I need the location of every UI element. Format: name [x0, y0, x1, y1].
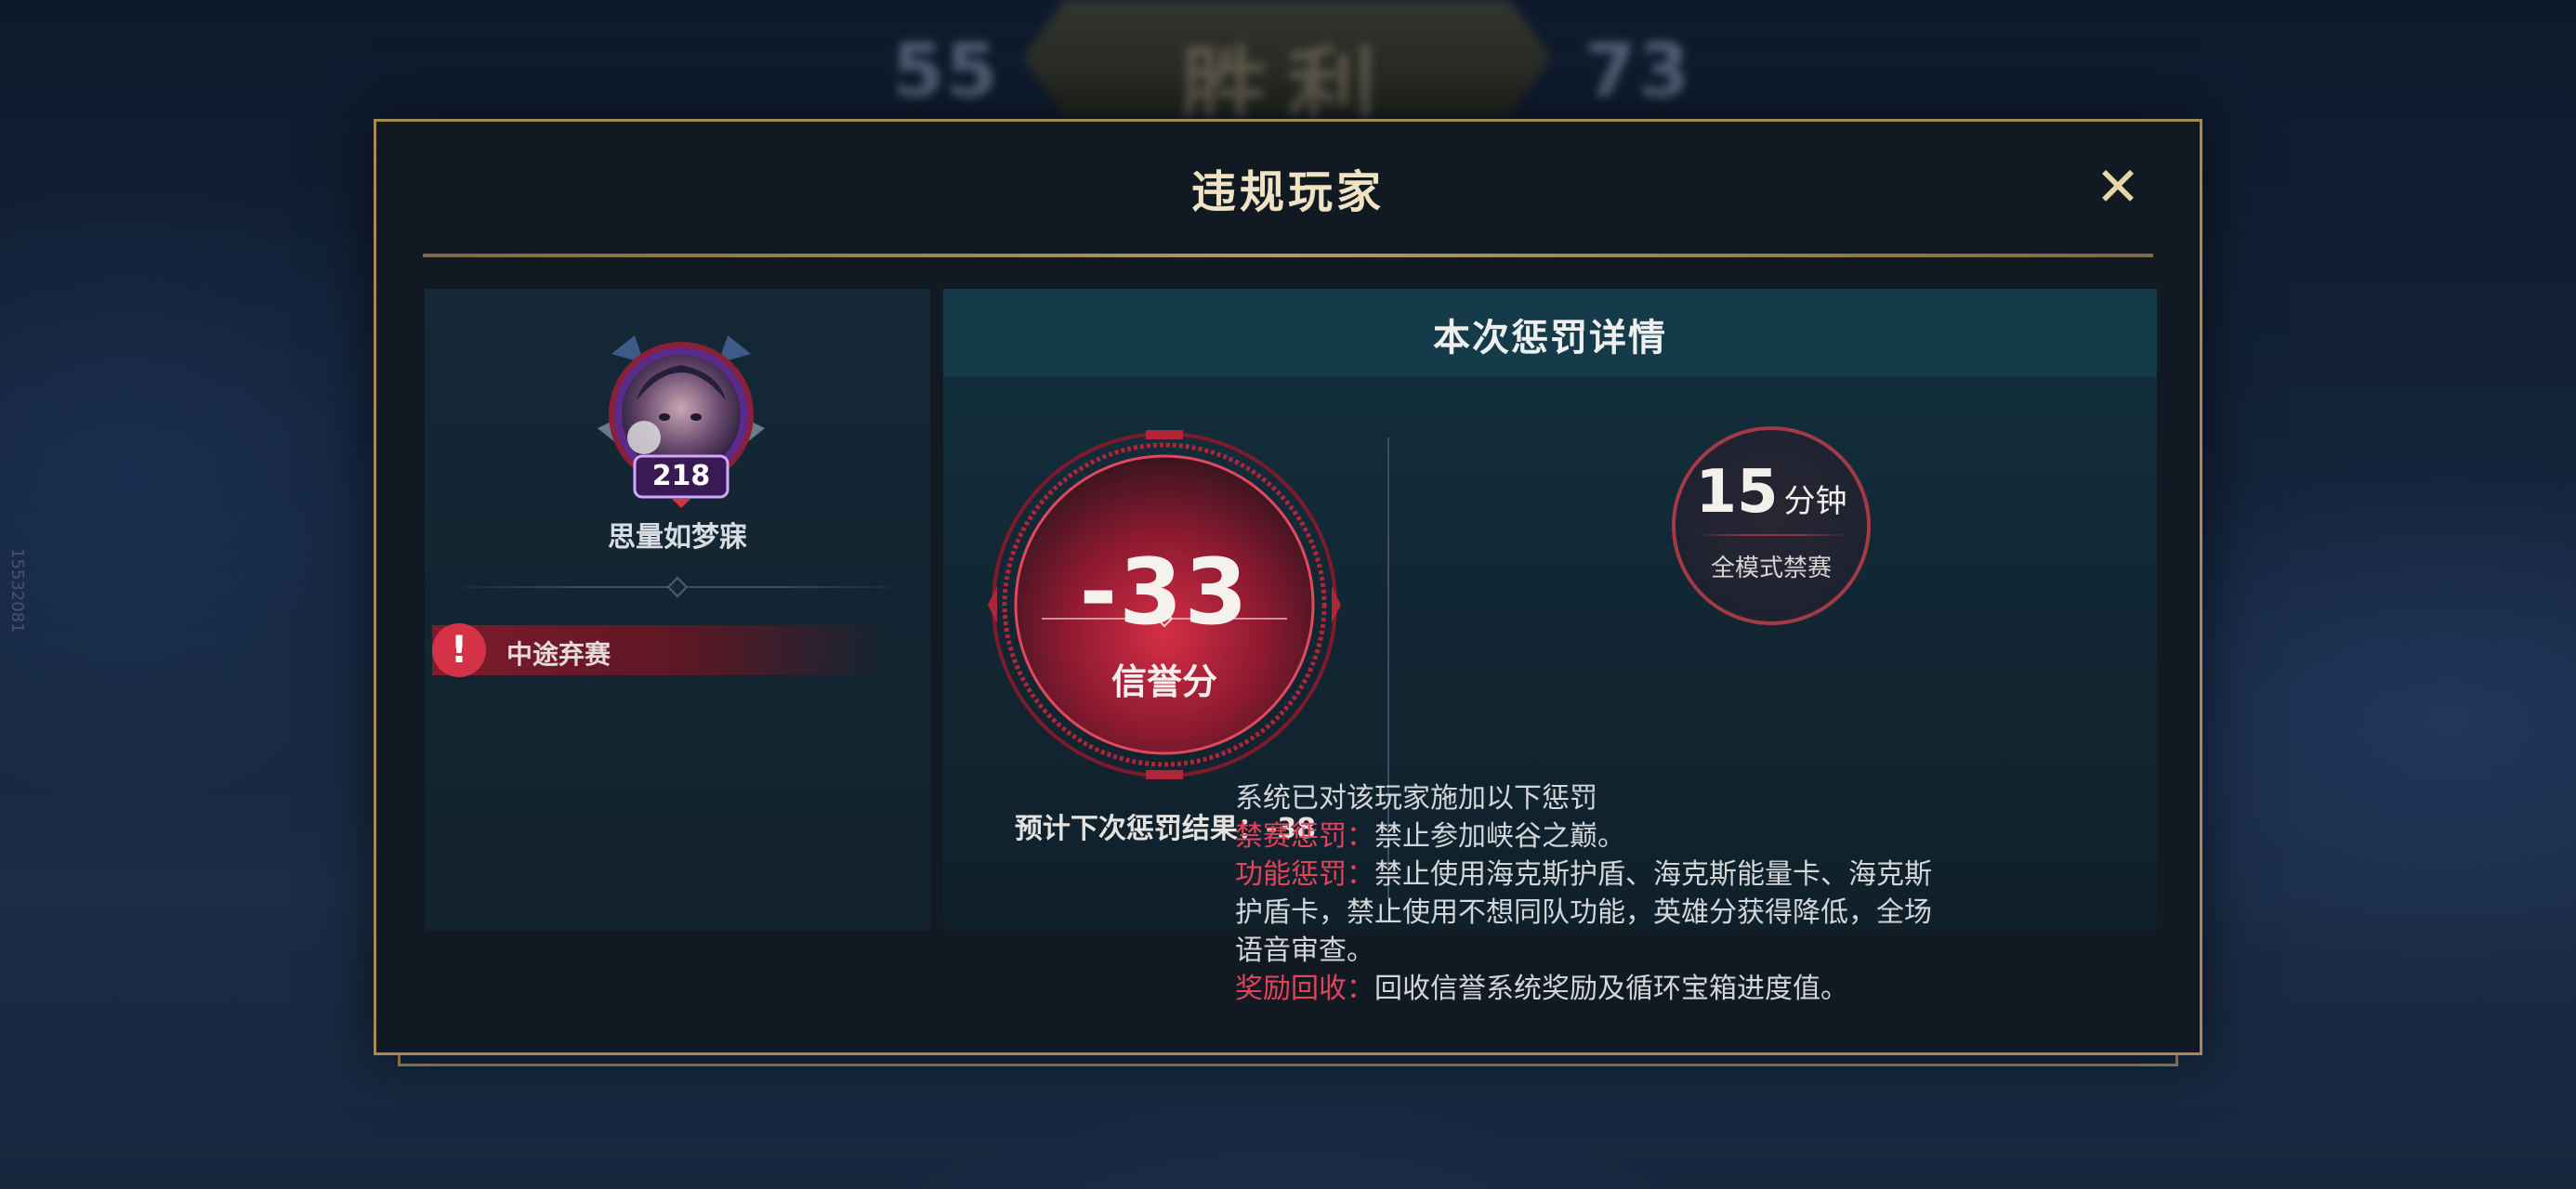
ban-minutes-value: 15	[1695, 458, 1779, 527]
penalty-description: 系统已对该玩家施加以下惩罚 禁赛惩罚：禁止参加峡谷之巅。 功能惩罚：禁止使用海克…	[1235, 779, 1941, 1008]
player-panel: 218 思量如梦寐 ! 中途弃赛	[425, 289, 930, 930]
background-scoreboard: 55 胜利 73	[0, 0, 2576, 121]
ban-duration-badge: 15 分钟 全模式禁赛	[1672, 426, 1871, 625]
ban-scope: 全模式禁赛	[1710, 555, 1832, 582]
penalty-item: 禁赛惩罚：禁止参加峡谷之巅。	[1235, 817, 1941, 856]
penalty-details-panel: 本次惩罚详情 -33 信誉分 预计下次惩罚结果：-38 15 分钟 全模式禁赛 …	[943, 289, 2157, 1005]
result-banner: 胜利	[1022, 0, 1552, 116]
violation-tag: ! 中途弃赛	[432, 623, 887, 677]
penalty-item: 功能惩罚：禁止使用海克斯护盾、海克斯能量卡、海克斯护盾卡，禁止使用不想同队功能，…	[1235, 856, 1941, 970]
modal-bottom-frame	[398, 1055, 2178, 1066]
penalty-item-label: 禁赛惩罚：	[1235, 820, 1374, 853]
player-level: 218	[651, 460, 711, 492]
dialog-title: 违规玩家	[1190, 166, 1385, 218]
ban-divider	[1694, 534, 1848, 536]
penalty-header: 本次惩罚详情	[943, 289, 2157, 376]
penalty-intro: 系统已对该玩家施加以下惩罚	[1235, 782, 1597, 815]
credit-score-label: 信誉分	[1111, 661, 1217, 702]
violation-label: 中途弃赛	[506, 639, 611, 670]
penalty-item-text: 回收信誉系统奖励及循环宝箱进度值。	[1374, 973, 1848, 1005]
player-avatar[interactable]: 218	[579, 326, 783, 512]
exclamation-icon: !	[432, 623, 486, 677]
penalty-item-text: 禁止参加峡谷之巅。	[1374, 820, 1625, 853]
close-button[interactable]: ✕	[2090, 159, 2146, 215]
close-x-icon: ✕	[2095, 155, 2141, 218]
penalty-header-title: 本次惩罚详情	[1433, 317, 1667, 359]
team-score-left: 55	[892, 28, 1000, 114]
penalty-item-label: 奖励回收：	[1235, 973, 1374, 1005]
player-name: 思量如梦寐	[608, 521, 747, 554]
violation-player-dialog: 违规玩家 ✕ 218 思量如梦寐 ! 中途弃赛 本次惩罚详情 -33 信誉分 预…	[374, 119, 2202, 1055]
team-score-right: 73	[1584, 28, 1692, 114]
ban-minutes-unit: 分钟	[1783, 483, 1847, 520]
ban-duration: 15 分钟	[1676, 458, 1867, 527]
penalty-item-label: 功能惩罚：	[1235, 858, 1374, 891]
penalty-item: 奖励回收：回收信誉系统奖励及循环宝箱进度值。	[1235, 970, 1941, 1008]
title-divider	[423, 254, 2153, 257]
credit-score-change: -33	[1079, 540, 1250, 646]
divider-diamond-icon	[666, 576, 689, 598]
watermark-id: 15532081	[7, 548, 27, 634]
